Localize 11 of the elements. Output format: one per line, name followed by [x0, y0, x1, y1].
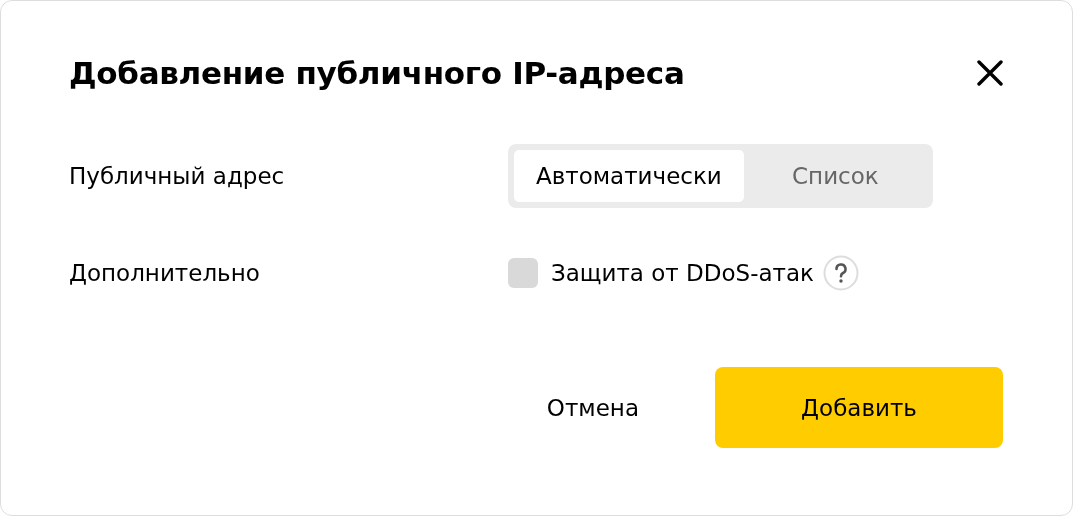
segment-option[interactable]: Список [743, 150, 927, 202]
field-label: Дополнительно [69, 260, 261, 286]
cancel-button[interactable]: Отмена [506, 367, 679, 448]
checkbox-label: Защита от DDoS-атак [551, 260, 814, 286]
checkbox[interactable] [508, 258, 538, 288]
segment-option[interactable]: Автоматически [514, 150, 744, 202]
close-icon[interactable] [977, 60, 1003, 86]
help-icon[interactable] [822, 255, 859, 291]
dialog-title: Добавление публичного IP-адреса [69, 55, 685, 91]
add-button[interactable]: Добавить [715, 367, 1003, 448]
field-label: Публичный адрес [69, 163, 286, 189]
